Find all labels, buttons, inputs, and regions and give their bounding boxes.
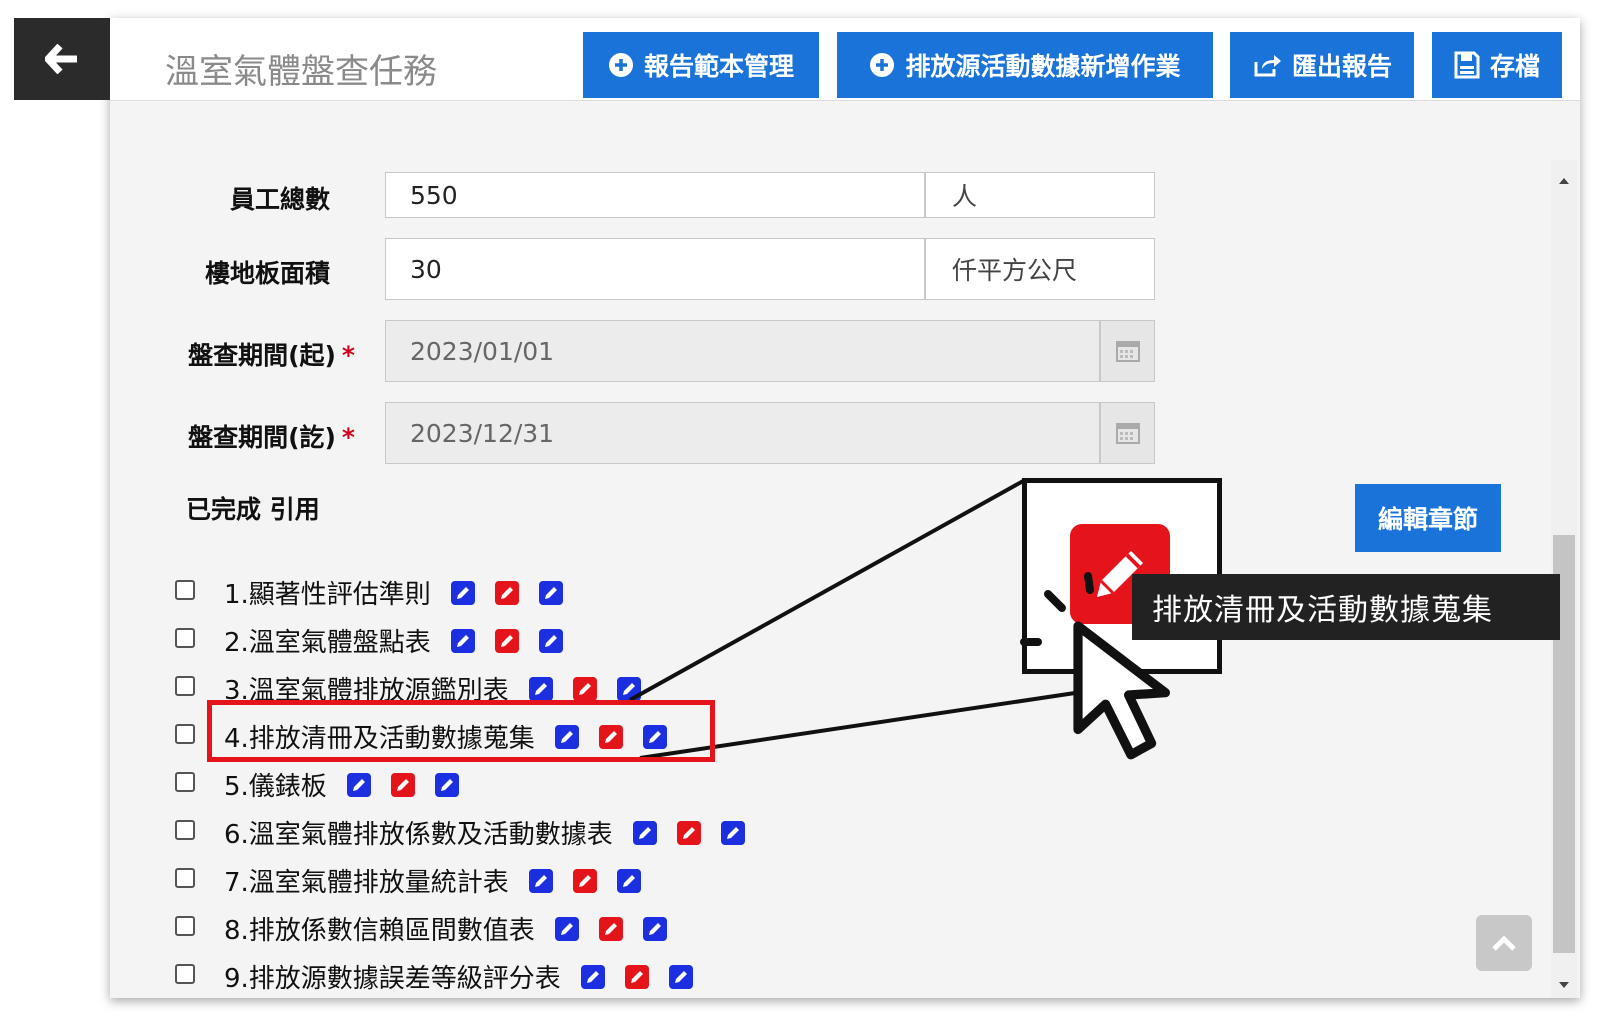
mouse-cursor-icon	[1020, 572, 1171, 760]
